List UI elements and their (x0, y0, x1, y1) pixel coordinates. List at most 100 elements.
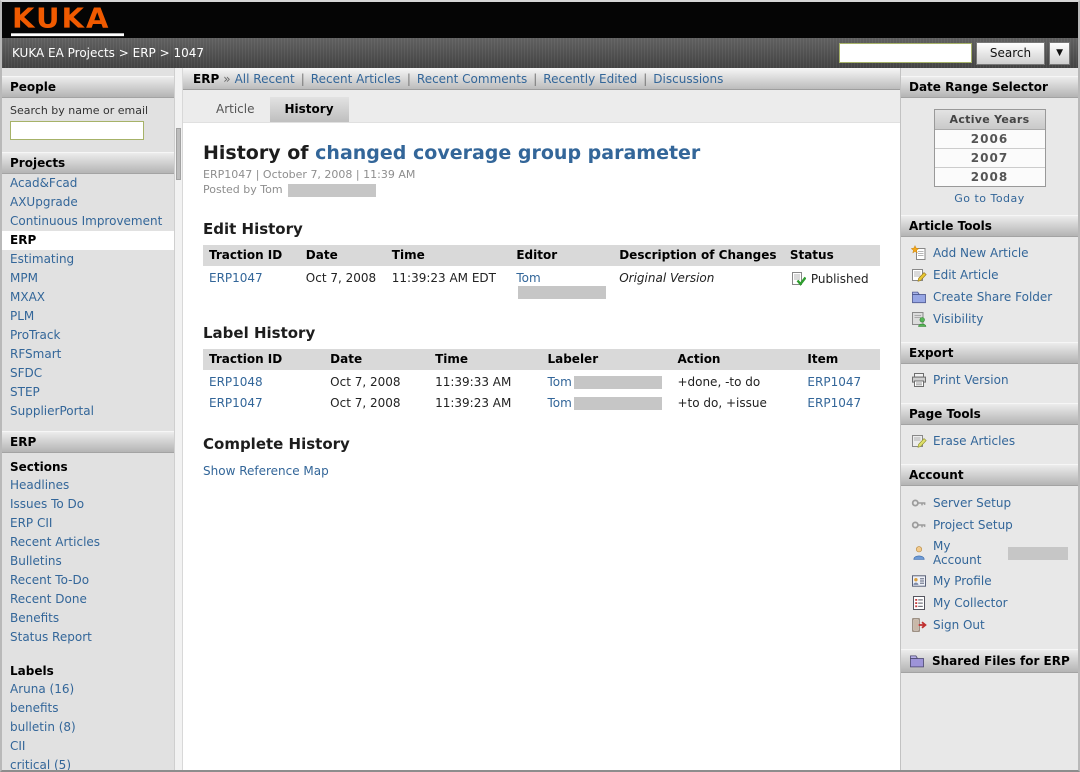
page-tool-erase-articles[interactable]: Erase Articles (901, 430, 1078, 452)
sidebar-section-recent-to-do[interactable]: Recent To-Do (2, 571, 174, 590)
title-article-link[interactable]: changed coverage group parameter (315, 142, 700, 164)
context-link-recent-comments[interactable]: Recent Comments (417, 72, 527, 86)
search-options-dropdown-button[interactable]: ▼ (1049, 42, 1070, 65)
sidebar-project-mxax[interactable]: MXAX (2, 288, 174, 307)
kuka-logo: KUKA (11, 4, 124, 36)
sidebar-section-bulletins[interactable]: Bulletins (2, 552, 174, 571)
sidebar-section-recent-done[interactable]: Recent Done (2, 590, 174, 609)
sidebar-project-step[interactable]: STEP (2, 383, 174, 402)
cell-text[interactable]: Tom (547, 396, 571, 410)
key-icon (911, 517, 927, 533)
tool-link-add-new-article[interactable]: Add New Article (933, 246, 1029, 260)
search-area: Search ▼ (839, 42, 1070, 65)
tool-link-visibility[interactable]: Visibility (933, 312, 983, 326)
tool-link-create-share-folder[interactable]: Create Share Folder (933, 290, 1052, 304)
context-link-discussions[interactable]: Discussions (653, 72, 723, 86)
sidebar-section-status-report[interactable]: Status Report (2, 628, 174, 647)
article-tool-visibility[interactable]: Visibility (901, 308, 1078, 330)
column-header-date: Date (324, 349, 429, 370)
account-item-my-account[interactable]: My Account (901, 536, 1078, 570)
sidebar-project-protrack[interactable]: ProTrack (2, 326, 174, 345)
scrollbar-thumb[interactable] (176, 128, 181, 180)
sidebar-label-critical-5[interactable]: critical (5) (2, 756, 174, 770)
tool-link-sign-out[interactable]: Sign Out (933, 618, 985, 632)
show-reference-map-link[interactable]: Show Reference Map (203, 464, 329, 478)
shared-files-header[interactable]: Shared Files for ERP (901, 649, 1078, 673)
tool-link-erase-articles[interactable]: Erase Articles (933, 434, 1015, 448)
sidebar-project-estimating[interactable]: Estimating (2, 250, 174, 269)
cell-text[interactable]: ERP1047 (807, 396, 861, 410)
breadcrumb: KUKA EA Projects > ERP > 1047 (12, 46, 204, 60)
context-link-recently-edited[interactable]: Recently Edited (543, 72, 637, 86)
separator: | (643, 72, 647, 86)
account-item-server-setup[interactable]: Server Setup (901, 492, 1078, 514)
people-search-input[interactable] (10, 121, 144, 140)
active-year-2006[interactable]: 2006 (935, 130, 1045, 148)
search-button[interactable]: Search (976, 42, 1045, 65)
cell-text[interactable]: ERP1048 (209, 375, 263, 389)
sidebar-label-cii[interactable]: CII (2, 737, 174, 756)
article-tool-create-share-folder[interactable]: Create Share Folder (901, 286, 1078, 308)
edit-history-heading: Edit History (203, 220, 880, 238)
account-item-sign-out[interactable]: Sign Out (901, 614, 1078, 636)
column-header-action: Action (671, 349, 801, 370)
column-header-labeler: Labeler (541, 349, 671, 370)
sidebar-project-continuous-improvement[interactable]: Continuous Improvement (2, 212, 174, 231)
cell-text: +done, -to do (677, 375, 760, 389)
sidebar-project-supplierportal[interactable]: SupplierPortal (2, 402, 174, 421)
search-input[interactable] (839, 43, 972, 63)
sidebar-project-plm[interactable]: PLM (2, 307, 174, 326)
sidebar-label-bulletin-8[interactable]: bulletin (8) (2, 718, 174, 737)
sidebar-section-erp-cii[interactable]: ERP CII (2, 514, 174, 533)
article-tool-edit-article[interactable]: Edit Article (901, 264, 1078, 286)
sidebar-section-headlines[interactable]: Headlines (2, 476, 174, 495)
tool-link-server-setup[interactable]: Server Setup (933, 496, 1011, 510)
app-window: KUKA KUKA EA Projects > ERP > 1047 Searc… (0, 0, 1080, 772)
visibility-icon (911, 311, 927, 327)
active-years-header: Active Years (935, 110, 1045, 130)
tool-link-print-version[interactable]: Print Version (933, 373, 1009, 387)
go-to-today-link[interactable]: Go to Today (901, 192, 1078, 205)
tab-article[interactable]: Article (201, 97, 270, 122)
sidebar-section-recent-articles[interactable]: Recent Articles (2, 533, 174, 552)
sidebar-project-mpm[interactable]: MPM (2, 269, 174, 288)
sidebar-section-issues-to-do[interactable]: Issues To Do (2, 495, 174, 514)
article-tool-add-new-article[interactable]: Add New Article (901, 242, 1078, 264)
export-tool-print-version[interactable]: Print Version (901, 369, 1078, 391)
cell-text[interactable]: Tom (516, 271, 540, 285)
sidebar-project-acad-fcad[interactable]: Acad&Fcad (2, 174, 174, 193)
table-row: ERP1048Oct 7, 200811:39:33 AMTom+done, -… (203, 370, 880, 391)
page-tools-header: Page Tools (901, 403, 1078, 425)
sidebar-section-benefits[interactable]: Benefits (2, 609, 174, 628)
tool-link-my-collector[interactable]: My Collector (933, 596, 1008, 610)
sidebar-project-rfsmart[interactable]: RFSmart (2, 345, 174, 364)
sidebar-project-sfdc[interactable]: SFDC (2, 364, 174, 383)
tool-link-my-account[interactable]: My Account (933, 539, 998, 567)
cell-text[interactable]: Tom (547, 375, 571, 389)
sidebar-project-erp[interactable]: ERP (2, 231, 174, 250)
cell-text[interactable]: ERP1047 (807, 375, 861, 389)
account-item-my-profile[interactable]: My Profile (901, 570, 1078, 592)
tool-link-edit-article[interactable]: Edit Article (933, 268, 999, 282)
active-year-2008[interactable]: 2008 (935, 167, 1045, 186)
context-link-recent-articles[interactable]: Recent Articles (311, 72, 401, 86)
tool-link-project-setup[interactable]: Project Setup (933, 518, 1013, 532)
sidebar-scrollbar[interactable] (174, 68, 183, 770)
tab-history[interactable]: History (270, 97, 349, 122)
sidebar-label-aruna-16[interactable]: Aruna (16) (2, 680, 174, 699)
active-year-2007[interactable]: 2007 (935, 148, 1045, 167)
cell-text[interactable]: ERP1047 (209, 271, 263, 285)
article-tools-list: Add New Article Edit Article Create Share … (901, 237, 1078, 330)
account-item-my-collector[interactable]: My Collector (901, 592, 1078, 614)
account-item-project-setup[interactable]: Project Setup (901, 514, 1078, 536)
tool-link-my-profile[interactable]: My Profile (933, 574, 992, 588)
page-title: History of changed coverage group parame… (203, 142, 880, 164)
column-header-traction-id: Traction ID (203, 245, 300, 266)
sidebar-project-axupgrade[interactable]: AXUpgrade (2, 193, 174, 212)
sidebar-label-benefits[interactable]: benefits (2, 699, 174, 718)
cell-text[interactable]: ERP1047 (209, 396, 263, 410)
column-header-time: Time (386, 245, 511, 266)
main-column: ERP»All Recent|Recent Articles|Recent Co… (183, 68, 900, 770)
table-cell: Oct 7, 2008 (324, 370, 429, 391)
context-link-all-recent[interactable]: All Recent (235, 72, 295, 86)
